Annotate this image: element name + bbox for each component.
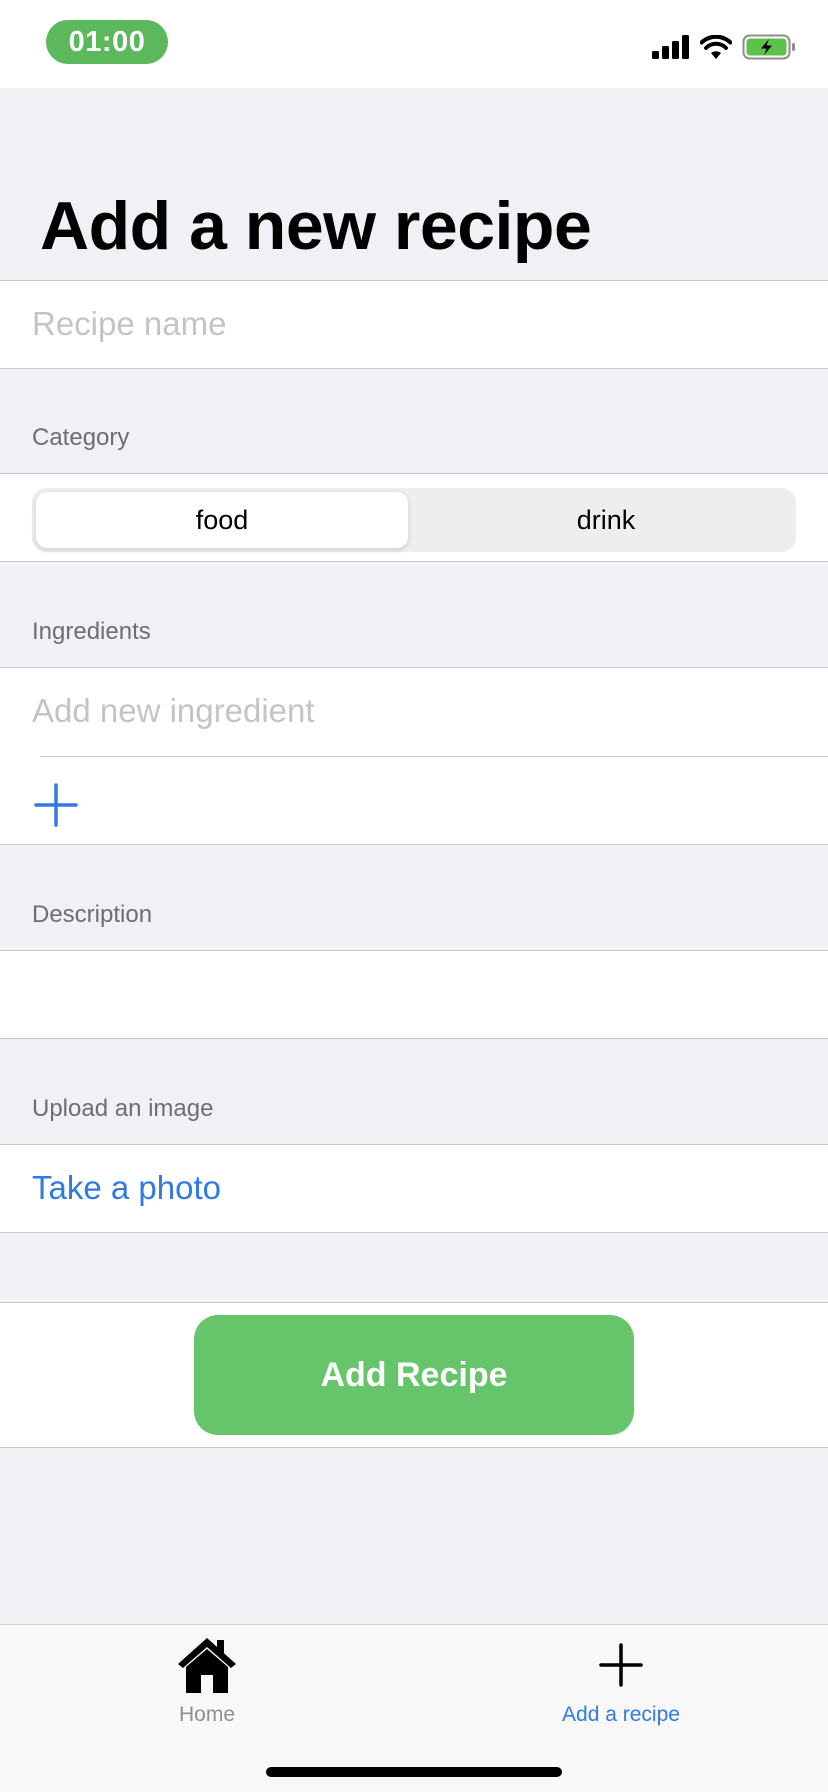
page-title: Add a new recipe <box>40 188 592 264</box>
recipe-name-field[interactable]: Recipe name <box>0 280 828 369</box>
status-time: 01:00 <box>46 20 168 64</box>
add-ingredient-plus-icon[interactable] <box>34 783 78 827</box>
submit-row: Add Recipe <box>0 1302 828 1448</box>
ingredient-input[interactable]: Add new ingredient <box>32 692 315 730</box>
take-photo-row[interactable]: Take a photo <box>0 1144 828 1233</box>
image-header: Upload an image <box>32 1095 214 1122</box>
plus-icon <box>589 1635 653 1695</box>
tab-home[interactable]: Home <box>0 1625 414 1735</box>
ingredients-header: Ingredients <box>32 618 151 645</box>
add-recipe-button[interactable]: Add Recipe <box>194 1315 634 1435</box>
ingredients-row: Add new ingredient <box>0 667 828 845</box>
status-icons <box>652 34 796 64</box>
cellular-signal-icon <box>652 34 690 64</box>
house-icon <box>175 1635 239 1695</box>
take-photo-link[interactable]: Take a photo <box>32 1169 221 1207</box>
battery-charging-icon <box>742 34 796 65</box>
add-ingredient-row <box>0 757 828 845</box>
segment-food[interactable]: food <box>36 492 408 548</box>
segment-drink[interactable]: drink <box>420 492 792 548</box>
wifi-icon <box>699 34 733 64</box>
category-row: food drink <box>0 473 828 562</box>
tab-add-recipe-label: Add a recipe <box>562 1703 680 1726</box>
tab-add-recipe[interactable]: Add a recipe <box>414 1625 828 1735</box>
status-bar: 01:00 <box>0 0 828 88</box>
home-indicator[interactable] <box>266 1767 562 1777</box>
description-field[interactable] <box>0 950 828 1039</box>
tab-home-label: Home <box>178 1703 236 1726</box>
recipe-name-placeholder: Recipe name <box>32 305 227 342</box>
category-segmented-control[interactable]: food drink <box>32 488 796 552</box>
description-header: Description <box>32 901 153 928</box>
category-header: Category <box>32 424 130 451</box>
